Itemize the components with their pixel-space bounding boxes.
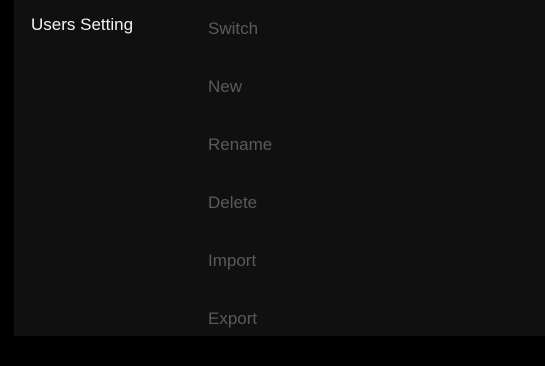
menu-item-delete[interactable]: Delete [208, 192, 272, 250]
menu-item-switch[interactable]: Switch [208, 18, 272, 76]
users-setting-title: Users Setting [31, 15, 134, 34]
menu-item-new[interactable]: New [208, 76, 272, 134]
menu-item-rename[interactable]: Rename [208, 134, 272, 192]
menu-item-import[interactable]: Import [208, 250, 272, 308]
menu-item-export[interactable]: Export [208, 308, 272, 366]
users-setting-menu: Switch New Rename Delete Import Export [208, 18, 272, 366]
settings-panel [14, 0, 545, 336]
